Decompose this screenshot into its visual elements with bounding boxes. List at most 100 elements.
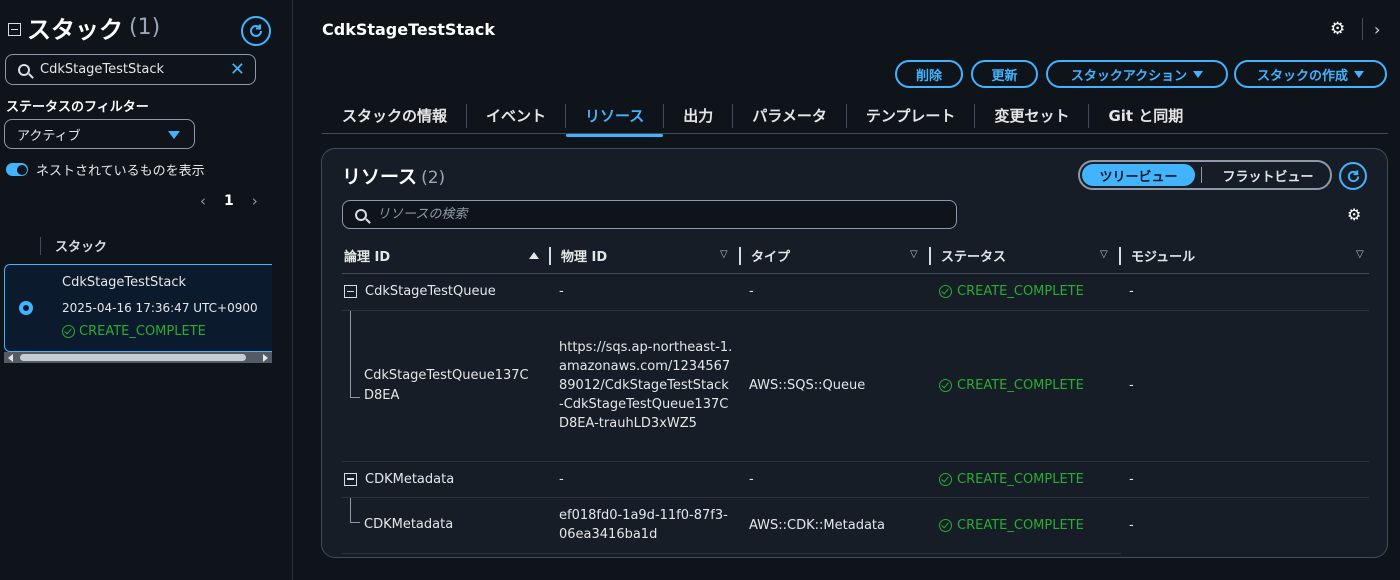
stack-status: CREATE_COMPLETE [62, 324, 206, 339]
scroll-left-icon[interactable] [8, 354, 13, 362]
chevron-right-icon[interactable]: › [1374, 20, 1380, 39]
resource-status: CREATE_COMPLETE [939, 284, 1113, 299]
tab-template[interactable]: テンプレート [845, 103, 975, 128]
column-status[interactable]: ステータス [931, 239, 1121, 274]
tree-line [350, 396, 360, 398]
refresh-icon [1347, 169, 1359, 182]
page-title: CdkStageTestStack [322, 20, 496, 39]
resource-type: - [741, 461, 931, 498]
sidebar-count: (1) [129, 15, 161, 40]
update-button[interactable]: 更新 [971, 60, 1038, 88]
sidebar-title: スタック (1) [8, 10, 160, 45]
refresh-icon [250, 24, 262, 37]
resource-search-input[interactable] [377, 207, 557, 222]
physical-id: https://sqs.ap-northeast-1.amazonaws.com… [551, 310, 741, 462]
current-page[interactable]: 1 [224, 193, 234, 209]
show-nested-toggle[interactable] [6, 163, 28, 176]
logical-id: CdkStageTestQueue137CD8EA [364, 367, 529, 403]
resource-status: CREATE_COMPLETE [939, 518, 1113, 533]
column-module[interactable]: モジュール [1121, 239, 1369, 274]
check-circle-icon [939, 379, 952, 392]
table-row[interactable]: CdkStageTestQueue - - CREATE_COMPLETE - [342, 273, 1369, 311]
header-divider [1362, 18, 1363, 40]
stack-name: CdkStageTestStack [62, 275, 187, 290]
physical-id: - [551, 461, 741, 498]
resource-type: AWS::CDK::Metadata [741, 497, 931, 554]
tree-view-button[interactable]: ツリービュー [1082, 164, 1195, 186]
column-logical-id[interactable]: 論理 ID [342, 239, 551, 274]
tree-node: CdkStageTestQueue [344, 284, 543, 299]
stack-radio[interactable] [19, 301, 33, 315]
stack-search-input[interactable] [40, 62, 220, 77]
resource-status: CREATE_COMPLETE [939, 472, 1113, 487]
column-physical-id[interactable]: 物理 ID [551, 239, 741, 274]
create-stack-button[interactable]: スタックの作成 [1234, 60, 1387, 88]
sort-ascending-icon [529, 252, 539, 260]
stack-status-text: CREATE_COMPLETE [79, 324, 206, 339]
tab-events[interactable]: イベント [466, 103, 565, 128]
show-nested-row: ネストされているものを表示 [6, 160, 205, 179]
stacks-sidebar: スタック (1) ✕ ステータスのフィルター アクティブ ネストされているものを… [0, 0, 293, 580]
stack-list-item[interactable]: CdkStageTestStack 2025-04-16 17:36:47 UT… [4, 264, 272, 352]
resource-type: - [741, 273, 931, 311]
scroll-right-icon[interactable] [263, 354, 268, 362]
sort-icon [1356, 249, 1365, 260]
collapse-node-icon[interactable] [344, 472, 357, 486]
stack-date: 2025-04-16 17:36:47 UTC+0900 [62, 301, 258, 315]
column-type[interactable]: タイプ [741, 239, 931, 274]
next-page-icon[interactable]: › [252, 192, 258, 210]
status-filter-label: ステータスのフィルター [6, 100, 149, 115]
table-row[interactable]: CDKMetadata ef018fd0-1a9d-11f0-87f3-06ea… [342, 497, 1369, 554]
table-header-row: 論理 ID 物理 ID タイプ ステータス モジュール [342, 239, 1369, 274]
logical-id: CDKMetadata [364, 517, 454, 532]
tab-outputs[interactable]: 出力 [663, 103, 732, 128]
stack-actions-button[interactable]: スタックアクション [1046, 60, 1228, 88]
view-toggle-divider [1201, 167, 1202, 183]
caret-down-icon [1354, 70, 1364, 78]
physical-id: ef018fd0-1a9d-11f0-87f3-06ea3416ba1d [551, 497, 741, 554]
sidebar-pager: ‹ 1 › [200, 192, 258, 210]
tree-line [350, 497, 351, 522]
gear-icon[interactable]: ⚙ [1330, 19, 1345, 39]
tree-line [350, 521, 360, 523]
physical-id: - [551, 273, 741, 311]
stack-tabs: スタックの情報 イベント リソース 出力 パラメータ テンプレート 変更セット … [322, 98, 1388, 137]
resources-table: 論理 ID 物理 ID タイプ ステータス モジュール CdkStageTest… [342, 239, 1369, 554]
search-icon [18, 63, 30, 76]
prev-page-icon[interactable]: ‹ [200, 192, 206, 210]
collapse-node-icon[interactable] [344, 285, 357, 298]
logical-id: CDKMetadata [365, 471, 455, 487]
tree-line [350, 310, 351, 397]
tab-parameters[interactable]: パラメータ [732, 103, 846, 128]
check-circle-icon [939, 518, 952, 532]
table-settings-gear-icon[interactable]: ⚙ [1347, 205, 1361, 224]
table-row[interactable]: CdkStageTestQueue137CD8EA https://sqs.ap… [342, 310, 1369, 462]
resources-title-text: リソース [342, 166, 418, 188]
search-icon [355, 208, 367, 221]
clear-search-icon[interactable]: ✕ [230, 59, 245, 80]
sidebar-refresh-button[interactable] [241, 16, 271, 46]
tab-resources[interactable]: リソース [565, 103, 664, 137]
resources-refresh-button[interactable] [1339, 162, 1367, 190]
check-circle-icon [939, 285, 952, 298]
scrollbar-thumb[interactable] [20, 354, 246, 361]
delete-button[interactable]: 削除 [895, 60, 963, 88]
status-filter-value: アクティブ [17, 128, 81, 144]
sort-icon [1100, 249, 1109, 260]
stack-column-label: スタック [55, 240, 108, 255]
table-row[interactable]: CDKMetadata - - CREATE_COMPLETE - [342, 461, 1369, 498]
stack-search-box[interactable]: ✕ [5, 54, 256, 85]
flat-view-button[interactable]: フラットビュー [1208, 166, 1328, 185]
tab-change-sets[interactable]: 変更セット [974, 103, 1088, 128]
resource-module: - [1121, 273, 1369, 311]
horizontal-scrollbar[interactable] [4, 352, 272, 363]
view-toggle: ツリービュー フラットビュー [1078, 160, 1332, 190]
stack-column-header: スタック [40, 236, 107, 255]
tab-stack-info[interactable]: スタックの情報 [322, 104, 466, 128]
status-filter-select[interactable]: アクティブ [4, 119, 195, 149]
resource-module: - [1121, 310, 1369, 462]
resource-search-box[interactable] [342, 200, 957, 229]
resources-count: (2) [421, 168, 446, 188]
collapse-icon[interactable] [8, 23, 21, 36]
tab-git-sync[interactable]: Git と同期 [1088, 103, 1202, 128]
